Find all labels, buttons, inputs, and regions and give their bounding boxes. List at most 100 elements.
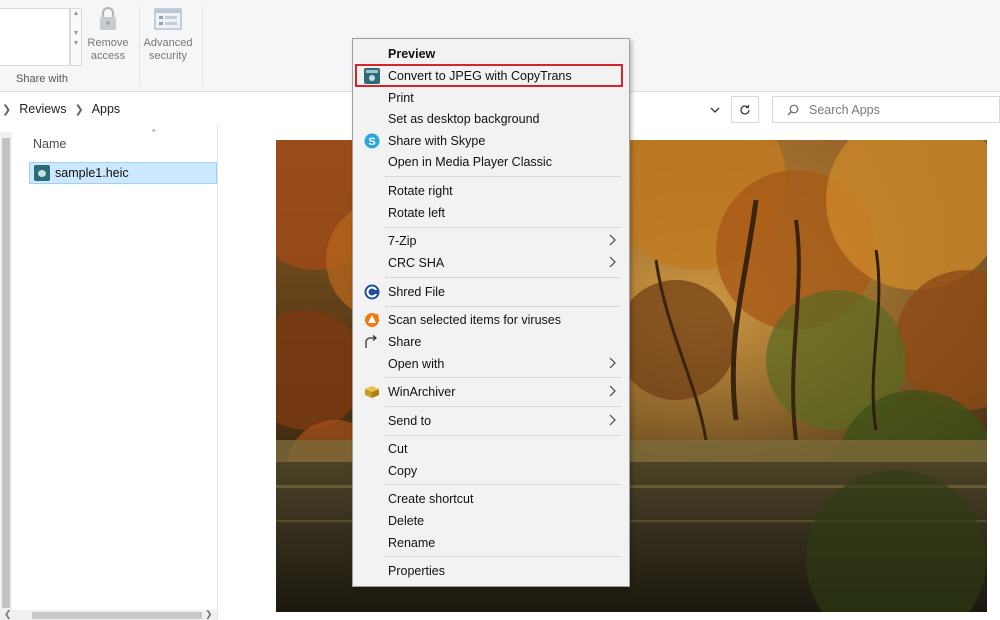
- menu-item-label: Cut: [388, 442, 408, 456]
- svg-text:S: S: [368, 136, 375, 148]
- menu-separator: [385, 435, 621, 436]
- menu-item-crc-sha[interactable]: CRC SHA: [355, 253, 627, 273]
- refresh-button[interactable]: [731, 96, 759, 123]
- menu-item-open-in-mpc[interactable]: Open in Media Player Classic: [355, 152, 627, 172]
- menu-item-convert-to-jpeg[interactable]: Convert to JPEG with CopyTrans: [355, 66, 627, 86]
- advanced-security-line2: security: [149, 50, 187, 62]
- menu-item-winarchiver[interactable]: WinArchiver: [355, 382, 627, 402]
- chevron-right-icon: [609, 256, 616, 268]
- menu-item-copy[interactable]: Copy: [355, 461, 627, 481]
- remove-access-line2: access: [90, 50, 126, 62]
- menu-separator: [385, 406, 621, 407]
- menu-item-label: Print: [388, 91, 414, 105]
- copytrans-icon: [364, 68, 380, 84]
- share-with-list[interactable]: [0, 8, 70, 66]
- share-icon: [365, 335, 378, 348]
- skype-icon: S: [364, 133, 380, 149]
- menu-item-label: Delete: [388, 514, 425, 528]
- security-settings-icon: [154, 8, 182, 30]
- context-menu: Preview Convert to JPEG with CopyTrans P…: [352, 38, 630, 587]
- menu-item-label: Convert to JPEG with CopyTrans: [388, 69, 572, 83]
- remove-access-line1: Remove: [87, 37, 129, 49]
- menu-item-open-with[interactable]: Open with: [355, 354, 627, 374]
- avast-icon: [365, 313, 379, 327]
- menu-separator: [385, 176, 621, 177]
- menu-item-shred-file[interactable]: Shred File: [355, 282, 627, 302]
- menu-item-label: Shred File: [388, 285, 445, 299]
- chevron-right-icon: [609, 357, 616, 369]
- menu-item-print[interactable]: Print: [355, 88, 627, 108]
- search-box[interactable]: Search Apps: [772, 96, 1000, 123]
- sort-ascending-icon: ⌃: [150, 128, 158, 138]
- menu-separator: [385, 306, 621, 307]
- menu-item-label: Set as desktop background: [388, 112, 540, 126]
- menu-item-label: Open in Media Player Classic: [388, 155, 552, 169]
- chevron-right-icon[interactable]: ❯: [2, 103, 11, 116]
- menu-item-label: Properties: [388, 564, 445, 578]
- menu-item-label: Copy: [388, 464, 418, 478]
- menu-item-label: Preview: [388, 47, 436, 61]
- advanced-security-button[interactable]: Advanced security: [140, 6, 196, 63]
- menu-item-label: Rotate left: [388, 206, 445, 220]
- navigation-pane-scrollbar[interactable]: [0, 132, 12, 610]
- file-row[interactable]: sample1.heic: [29, 162, 217, 184]
- chevron-right-icon: [609, 385, 616, 397]
- menu-item-rotate-right[interactable]: Rotate right: [355, 181, 627, 201]
- pane-divider: [217, 124, 218, 620]
- menu-item-delete[interactable]: Delete: [355, 511, 627, 531]
- heic-file-icon: [34, 165, 50, 181]
- menu-separator: [385, 377, 621, 378]
- menu-item-share[interactable]: Share: [355, 332, 627, 352]
- refresh-icon: [740, 104, 750, 115]
- breadcrumb-item-reviews[interactable]: Reviews: [19, 102, 66, 116]
- remove-access-button[interactable]: Remove access: [80, 6, 136, 63]
- menu-item-label: Scan selected items for viruses: [388, 313, 561, 327]
- menu-item-label: Share with Skype: [388, 134, 486, 148]
- menu-item-properties[interactable]: Properties: [355, 561, 627, 581]
- menu-item-set-desktop-background[interactable]: Set as desktop background: [355, 109, 627, 129]
- menu-item-label: WinArchiver: [388, 385, 456, 399]
- menu-item-label: CRC SHA: [388, 256, 445, 270]
- menu-item-label: Create shortcut: [388, 492, 474, 506]
- search-icon: [787, 104, 799, 115]
- column-header-name[interactable]: Name: [33, 137, 66, 151]
- scrollbar-thumb[interactable]: [2, 138, 10, 608]
- menu-item-cut[interactable]: Cut: [355, 439, 627, 459]
- address-history-dropdown[interactable]: [704, 100, 726, 120]
- menu-separator: [385, 277, 621, 278]
- file-explorer-window: ▲ ▼ ▼ Share with Remove access Advanced …: [0, 0, 1000, 620]
- menu-item-send-to[interactable]: Send to: [355, 411, 627, 431]
- menu-item-label: Share: [388, 335, 422, 349]
- menu-item-label: Open with: [388, 357, 445, 371]
- menu-item-rename[interactable]: Rename: [355, 533, 627, 553]
- menu-separator: [385, 227, 621, 228]
- menu-item-scan-viruses[interactable]: Scan selected items for viruses: [355, 310, 627, 330]
- menu-item-label: Rename: [388, 536, 436, 550]
- breadcrumb-item-apps[interactable]: Apps: [92, 102, 121, 116]
- search-input[interactable]: Search Apps: [809, 103, 880, 117]
- menu-item-label: Send to: [388, 414, 432, 428]
- chevron-right-icon[interactable]: ❯: [74, 103, 83, 116]
- scroll-left-icon[interactable]: ❮: [4, 609, 12, 620]
- scrollbar-thumb[interactable]: [32, 612, 202, 619]
- menu-separator: [385, 556, 621, 557]
- menu-item-label: Rotate right: [388, 184, 453, 198]
- lock-icon: [100, 6, 116, 30]
- ribbon-divider: [202, 6, 203, 86]
- chevron-right-icon: [609, 414, 616, 426]
- chevron-down-icon: [710, 107, 720, 113]
- scroll-right-icon[interactable]: ❯: [205, 609, 213, 620]
- menu-item-label: 7-Zip: [388, 234, 417, 248]
- menu-separator: [385, 484, 621, 485]
- menu-item-7zip[interactable]: 7-Zip: [355, 231, 627, 251]
- menu-item-preview[interactable]: Preview: [355, 44, 627, 64]
- winarchiver-icon: [365, 386, 379, 398]
- menu-item-share-with-skype[interactable]: S Share with Skype: [355, 131, 627, 151]
- file-name: sample1.heic: [55, 166, 129, 180]
- shred-icon: [364, 284, 380, 300]
- horizontal-scrollbar[interactable]: ❮ ❯: [0, 609, 217, 620]
- share-group-label: Share with: [16, 73, 68, 85]
- menu-item-create-shortcut[interactable]: Create shortcut: [355, 489, 627, 509]
- advanced-security-line1: Advanced: [143, 37, 193, 49]
- menu-item-rotate-left[interactable]: Rotate left: [355, 203, 627, 223]
